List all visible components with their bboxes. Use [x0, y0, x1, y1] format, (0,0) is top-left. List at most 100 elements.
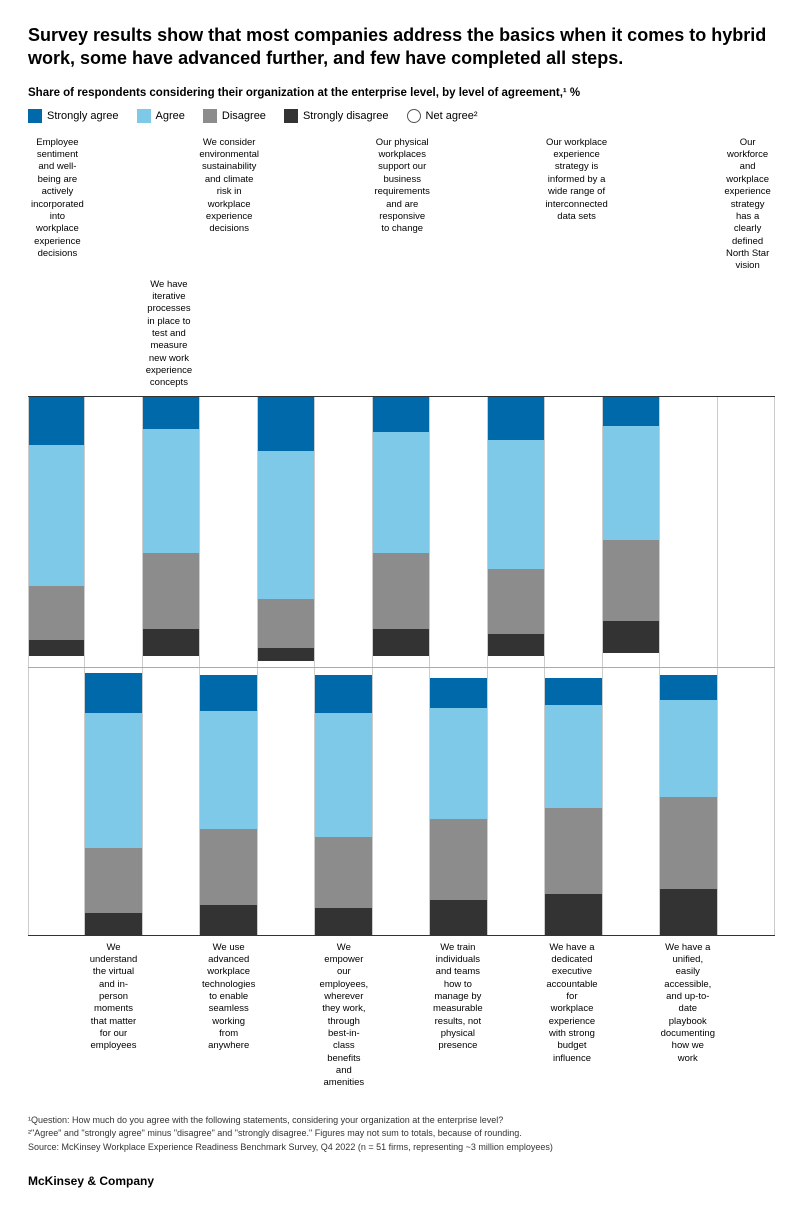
bar-segment-bot-3	[660, 889, 716, 935]
bar-segment-bot-0	[200, 675, 256, 710]
bottom-label-spacer-4	[258, 936, 315, 1090]
brand: McKinsey & Company	[28, 1174, 775, 1188]
bottom-label-spacer-0	[28, 936, 85, 1090]
bar-segment-1	[258, 451, 314, 600]
bar-segment-0	[258, 397, 314, 451]
bottom-label-spacer-2	[142, 936, 199, 1090]
legend-net-agree: Net agree²	[407, 109, 478, 123]
chart-columns	[28, 396, 775, 936]
chart-col-6	[373, 397, 430, 935]
bottom-label-spacer-12	[718, 936, 775, 1090]
top-column-labels: Employee sentiment and well-being are ac…	[28, 137, 775, 396]
bar-segment-bot-1	[200, 711, 256, 830]
bar-segment-bot-2	[315, 837, 371, 907]
bar-segment-bot-2	[545, 808, 601, 894]
bar-segment-bot-1	[545, 705, 601, 808]
bar-segment-bot-2	[660, 797, 716, 889]
chart-col-9	[545, 397, 602, 935]
bar-segment-bot-3	[85, 913, 141, 935]
strongly-disagree-swatch	[284, 109, 298, 123]
bar-stack-top-0	[29, 397, 84, 656]
bar-segment-1	[603, 426, 659, 539]
subtitle: Share of respondents considering their o…	[28, 87, 775, 99]
bar-segment-3	[373, 629, 429, 656]
bottom-label-spacer-6	[372, 936, 429, 1090]
bottom-label-spacer-8	[486, 936, 543, 1090]
chart-col-1	[85, 397, 142, 935]
chart-area: Employee sentiment and well-being are ac…	[28, 137, 775, 1090]
bar-segment-0	[488, 397, 544, 440]
top-label-3: Our physical workplaces support our busi…	[371, 137, 432, 279]
top-label-5: Our workforce and workplace experience s…	[720, 137, 775, 279]
bar-stack-bottom-3	[430, 678, 486, 934]
bar-stack-bottom-2	[315, 675, 371, 934]
top-label-spacer-3	[433, 137, 543, 279]
top-label-4: Our workplace experience strategy is inf…	[542, 137, 610, 279]
bar-segment-3	[603, 621, 659, 653]
bottom-column-labels: We understand the virtual and in-person …	[28, 936, 775, 1090]
top-label-1: Employee sentiment and well-being are ac…	[28, 137, 87, 279]
bottom-label-4: We have a dedicated executive accountabl…	[543, 936, 600, 1090]
footnotes: ¹Question: How much do you agree with th…	[28, 1114, 775, 1155]
bar-segment-0	[143, 397, 199, 429]
chart-col-2	[143, 397, 200, 935]
bar-stack-top-3	[373, 397, 429, 656]
bottom-label-1: We use advanced workplace technologies t…	[199, 936, 258, 1090]
legend-net-agree-label: Net agree²	[426, 110, 478, 122]
bar-segment-3	[258, 648, 314, 662]
bar-stack-top-4	[488, 397, 544, 656]
bar-segment-bot-2	[85, 848, 141, 913]
bar-segment-bot-1	[430, 708, 486, 819]
bar-segment-1	[143, 429, 199, 553]
bar-segment-2	[258, 599, 314, 648]
bar-segment-bot-0	[315, 675, 371, 713]
bottom-label-spacer-10	[601, 936, 658, 1090]
legend-strongly-agree-label: Strongly agree	[47, 110, 119, 122]
bar-segment-bot-3	[315, 908, 371, 935]
bar-segment-bot-3	[545, 894, 601, 935]
chart-col-0	[28, 397, 85, 935]
bar-segment-bot-1	[85, 713, 141, 848]
footnote-1: ¹Question: How much do you agree with th…	[28, 1114, 775, 1128]
bar-segment-2	[143, 553, 199, 629]
bar-stack-bottom-4	[545, 678, 601, 934]
bar-stack-top-5	[603, 397, 659, 653]
chart-col-3	[200, 397, 257, 935]
bar-segment-bot-1	[315, 713, 371, 837]
bar-segment-1	[29, 445, 84, 585]
bar-segment-bot-3	[200, 905, 256, 935]
legend-strongly-disagree-label: Strongly disagree	[303, 110, 389, 122]
chart-col-4	[258, 397, 315, 935]
agree-swatch	[137, 109, 151, 123]
bar-segment-bot-2	[200, 829, 256, 905]
chart-col-7	[430, 397, 487, 935]
chart-col-8	[488, 397, 545, 935]
legend-strongly-agree: Strongly agree	[28, 109, 119, 123]
bar-segment-0	[29, 397, 84, 446]
legend-strongly-disagree: Strongly disagree	[284, 109, 389, 123]
bar-stack-top-2	[258, 397, 314, 662]
bar-segment-0	[603, 397, 659, 427]
bar-segment-3	[143, 629, 199, 656]
bar-segment-bot-0	[85, 673, 141, 714]
bar-stack-bottom-5	[660, 675, 716, 934]
chart-col-11	[660, 397, 717, 935]
bar-segment-3	[29, 640, 84, 656]
net-agree-swatch	[407, 109, 421, 123]
chart-col-10	[603, 397, 660, 935]
legend: Strongly agree Agree Disagree Strongly d…	[28, 109, 775, 123]
top-label-spacer-4	[611, 137, 721, 279]
bottom-label-2: We empower our employees, wherever they …	[315, 936, 372, 1090]
bar-segment-bot-0	[430, 678, 486, 708]
footnote-2: ²"Agree" and "strongly agree" minus "dis…	[28, 1127, 775, 1141]
disagree-swatch	[203, 109, 217, 123]
bar-segment-3	[488, 634, 544, 656]
bar-segment-bot-3	[430, 900, 486, 935]
bar-segment-2	[373, 553, 429, 629]
top-label-2: We consider environmental sustainability…	[196, 137, 262, 279]
bar-segment-2	[29, 586, 84, 640]
footnote-3: Source: McKinsey Workplace Experience Re…	[28, 1141, 775, 1155]
top-label-spacer-1	[87, 137, 197, 279]
bar-segment-bot-2	[430, 819, 486, 900]
legend-agree-label: Agree	[156, 110, 185, 122]
